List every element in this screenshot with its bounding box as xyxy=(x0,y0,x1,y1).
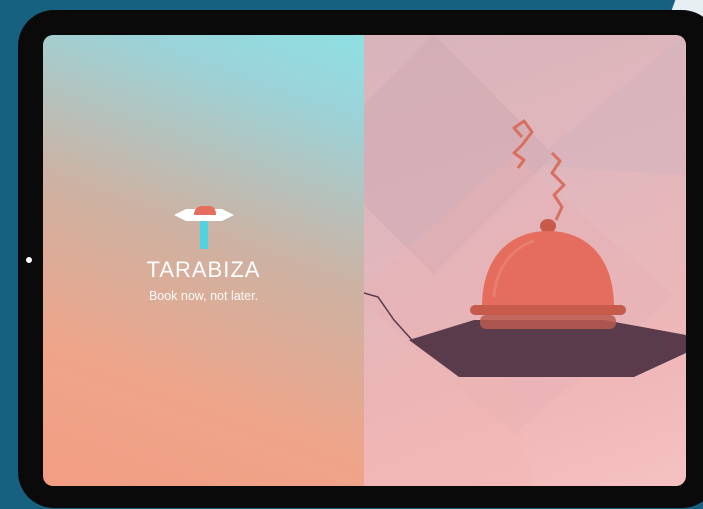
serving-tray-icon xyxy=(173,206,234,249)
tagline: Book now, not later. xyxy=(148,289,259,303)
cloche-dish-illustration xyxy=(364,35,686,486)
tablet-device: TARABIZA Book now, not later. xyxy=(18,10,703,508)
splash-panel: TARABIZA Book now, not later. xyxy=(43,35,364,486)
illustration-panel xyxy=(364,35,686,486)
brand-block: TARABIZA Book now, not later. xyxy=(43,205,364,303)
brand-name: TARABIZA xyxy=(146,257,261,282)
app-screen: TARABIZA Book now, not later. xyxy=(43,35,686,486)
camera-dot xyxy=(26,257,32,263)
